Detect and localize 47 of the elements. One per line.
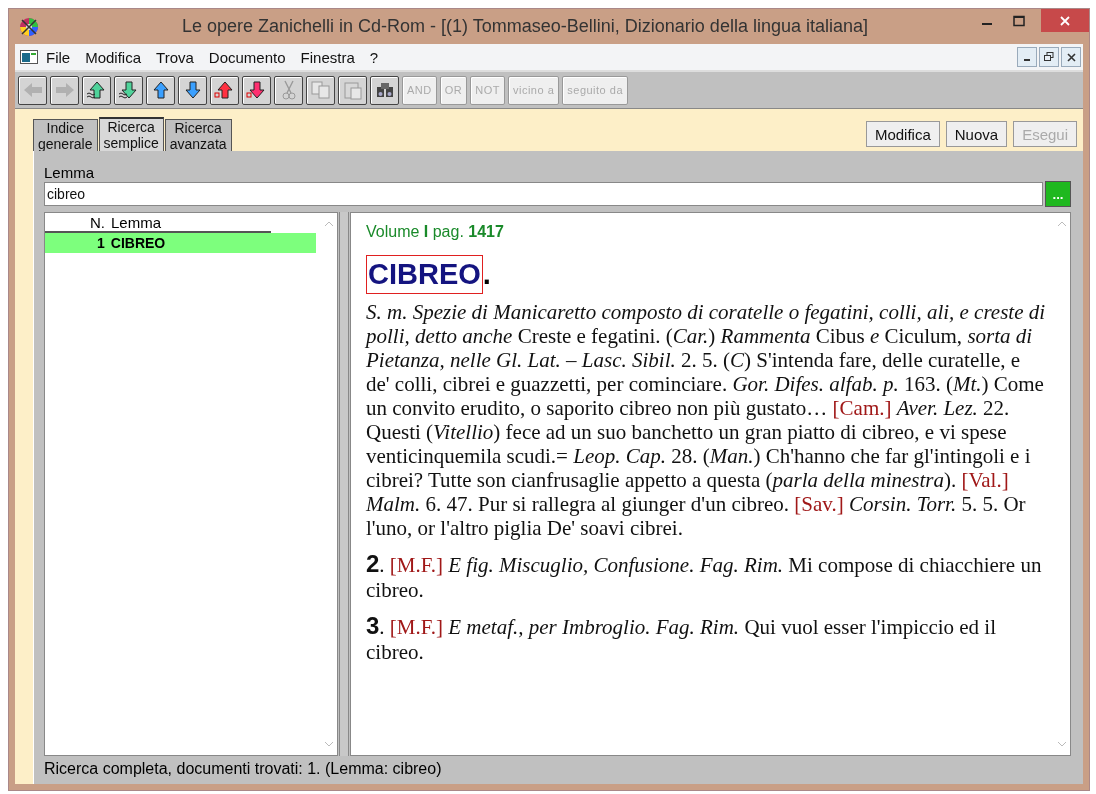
tab[interactable]: Indice generale xyxy=(33,119,98,151)
restore-icon xyxy=(1044,52,1054,62)
document-icon xyxy=(20,50,38,64)
headword: CIBREO xyxy=(366,255,483,294)
minimize-button[interactable] xyxy=(1017,47,1037,67)
close-button[interactable] xyxy=(1061,47,1081,67)
result-row[interactable]: 1 CIBREO xyxy=(45,233,316,253)
definition-paragraph: 3. [M.F.] E metaf., per Imbroglio. Fag. Rim. Qui vuol esser l'impiccio ed il cibreo. xyxy=(366,612,998,664)
menu-item[interactable]: Documento xyxy=(208,48,286,66)
next-button[interactable] xyxy=(178,75,207,105)
window-title: Le opere Zanichelli in Cd-Rom - [(1) Tommaseo-Bellini, Dizionario della lingua italiana] xyxy=(181,16,869,37)
column-header: N. xyxy=(90,214,105,231)
action-button[interactable]: Nuova xyxy=(945,121,1008,147)
menu-item[interactable]: File xyxy=(46,48,71,66)
maximize-icon xyxy=(1013,14,1025,27)
headword-period: . xyxy=(482,258,491,290)
column-header: Lemma xyxy=(111,214,162,231)
menu-item[interactable]: Finestra xyxy=(300,48,355,66)
down-arrow-icon xyxy=(245,79,268,101)
paste-icon xyxy=(341,79,364,101)
previous-button[interactable] xyxy=(146,75,175,105)
disc-icon xyxy=(19,16,39,37)
up-arrow-icon xyxy=(85,79,108,101)
menu-item[interactable]: Trova xyxy=(156,48,194,66)
volume-reference: Volume I pag. 1417 xyxy=(366,223,505,241)
tab[interactable]: Ricerca avanzata xyxy=(164,119,232,151)
action-button[interactable]: Modifica xyxy=(865,121,940,147)
close-icon xyxy=(1066,52,1076,62)
up-arrow-icon xyxy=(213,79,236,101)
field-label: Lemma xyxy=(44,164,96,181)
menu-item[interactable]: Modifica xyxy=(85,48,142,66)
definition-paragraph: S. m. Spezie di Manicaretto composto di coratelle o fegatini, colli, ali, e creste di polli, detto anche Creste e fegatini. (Car.) Rammenta Cibus e Ciculum, sorta di Pietanza, nelle Gl. Lat. – Lasc. Sibil. 2. 5. (C) S'intenda fare, delle curatelle, e de' colli, cibrei e guazzetti, per cominciare. Gor. Difes. alfab. p. 163. (Mt.) Come un convito erudito, o saporito cibreo non più gustato… [Cam.] Aver. Lez. 22. Questi (Vitellio) fece ad un suo banchetto un gran piatto di cibreo, e vi spese venticinquemila scudi.= Leop. Cap. 28. (Man.) Ch'hanno che far gl'intingoli e i cibrei? Tutte son cianfrusaglie appetto a questa (parla della minestra). [Val.] Malm. 6. 47. Pur si rallegra al giunger d'un cibreo. [Sav.] Corsin. Torr. 5. 5. Or l'uno, or l'altro piglia De' soavi cibrei. xyxy=(366,300,1046,540)
previous-button[interactable] xyxy=(210,75,239,105)
tab[interactable]: Ricerca semplice xyxy=(98,117,164,151)
menu-item[interactable]: ? xyxy=(369,48,379,66)
find-button[interactable] xyxy=(370,75,399,105)
restore-button[interactable] xyxy=(1039,47,1059,67)
down-arrow-icon xyxy=(117,79,140,101)
close-icon xyxy=(1059,14,1071,27)
copy-icon xyxy=(309,79,332,101)
status-text: Ricerca completa, documenti trovati: 1. (Lemma: cibreo) xyxy=(44,760,442,778)
minimize-icon xyxy=(982,22,992,25)
lemma-field[interactable]: cibreo xyxy=(44,182,1043,206)
next-button[interactable] xyxy=(242,75,271,105)
previous-button[interactable] xyxy=(82,75,111,105)
next-button[interactable] xyxy=(114,75,143,105)
definition-paragraph: 2. [M.F.] E fig. Miscuglio, Confusione. Fag. Rim. Mi compose di chiacchiere un cibreo. xyxy=(366,550,1043,602)
